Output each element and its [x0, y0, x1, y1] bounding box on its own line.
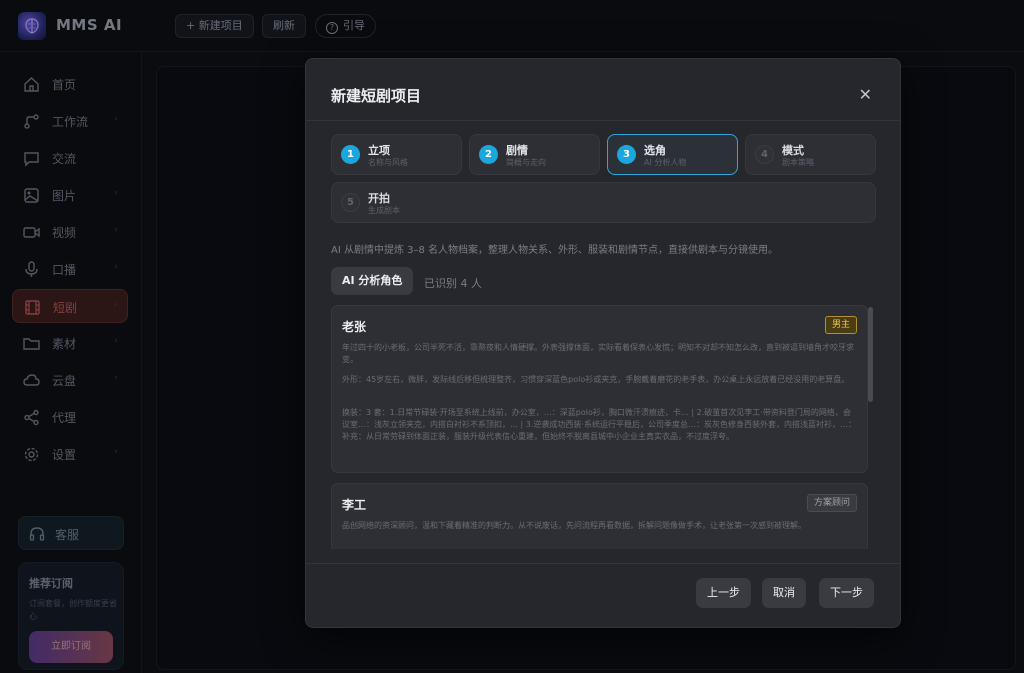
- step-number: 5: [341, 193, 360, 212]
- step-subtitle: AI 分析人物: [644, 158, 687, 167]
- character-card[interactable]: 李工 方案顾问 品创网络的资深顾问，温和下藏着精准的判断力。从不说废话，先问流程…: [331, 483, 868, 549]
- role-badge: 方案顾问: [806, 494, 857, 512]
- step-number: 3: [617, 145, 636, 164]
- character-list[interactable]: 老张 男主 年过四十的小老板，公司半死不活，靠熬夜和人情硬撑。外表强撑体面，实际…: [331, 305, 877, 549]
- divider: [306, 120, 900, 121]
- character-card[interactable]: 老张 男主 年过四十的小老板，公司半死不活，靠熬夜和人情硬撑。外表强撑体面，实际…: [331, 305, 868, 473]
- character-name: 李工: [342, 498, 367, 512]
- step-title: 开拍: [368, 192, 390, 205]
- step-title: 立项: [368, 144, 390, 157]
- step-plot[interactable]: 2 剧情 简概与走向: [469, 134, 600, 175]
- next-step-button[interactable]: 下一步: [819, 578, 874, 608]
- prev-step-button[interactable]: 上一步: [696, 578, 751, 608]
- tab-ai-analysis[interactable]: AI 分析角色: [331, 267, 414, 295]
- step-setup[interactable]: 1 立项 名称与风格: [331, 134, 462, 175]
- character-name: 老张: [342, 320, 367, 334]
- identified-count: 已识别 4 人: [424, 277, 482, 290]
- step-title: 剧情: [506, 144, 528, 157]
- character-bio: 品创网络的资深顾问，温和下藏着精准的判断力。从不说废话，先问流程再看数据，拆解问…: [342, 521, 806, 530]
- step-casting[interactable]: 3 选角 AI 分析人物: [607, 134, 738, 175]
- character-look: 外形：45岁左右，微胖，发际线后移但梳理整齐，习惯穿深蓝色polo衫或夹克，手腕…: [342, 375, 850, 384]
- step-number: 2: [479, 145, 498, 164]
- close-icon[interactable]: ✕: [859, 85, 872, 104]
- casting-intro: AI 从剧情中提炼 3–8 名人物档案，整理人物关系、外形、服装和剧情节点，直接…: [331, 245, 779, 256]
- step-title: 模式: [782, 144, 804, 157]
- character-bio: 年过四十的小老板，公司半死不活，靠熬夜和人情硬撑。外表强撑体面，实际看着保表心发…: [342, 343, 854, 364]
- step-mode[interactable]: 4 模式 剧本策略: [745, 134, 876, 175]
- divider: [306, 563, 900, 564]
- step-subtitle: 名称与风格: [368, 158, 408, 167]
- character-costume: 换装：3 套：1.日常节碌装·开场至系统上线前，办公室，…：深蓝polo衫，胸口…: [342, 408, 856, 441]
- step-number: 4: [755, 145, 774, 164]
- step-subtitle: 剧本策略: [782, 158, 814, 167]
- step-number: 1: [341, 145, 360, 164]
- step-subtitle: 生成剧本: [368, 206, 400, 215]
- dialog-title: 新建短剧项目: [331, 87, 422, 105]
- step-title: 选角: [644, 144, 666, 157]
- new-drama-project-dialog: 新建短剧项目 ✕ 1 立项 名称与风格 2 剧情 简概与走向 3 选角 AI 分…: [305, 58, 901, 628]
- cancel-button[interactable]: 取消: [762, 578, 806, 608]
- step-shoot[interactable]: 5 开拍 生成剧本: [331, 182, 876, 223]
- step-subtitle: 简概与走向: [506, 158, 546, 167]
- role-badge: 男主: [824, 316, 857, 334]
- scrollbar[interactable]: [868, 307, 873, 402]
